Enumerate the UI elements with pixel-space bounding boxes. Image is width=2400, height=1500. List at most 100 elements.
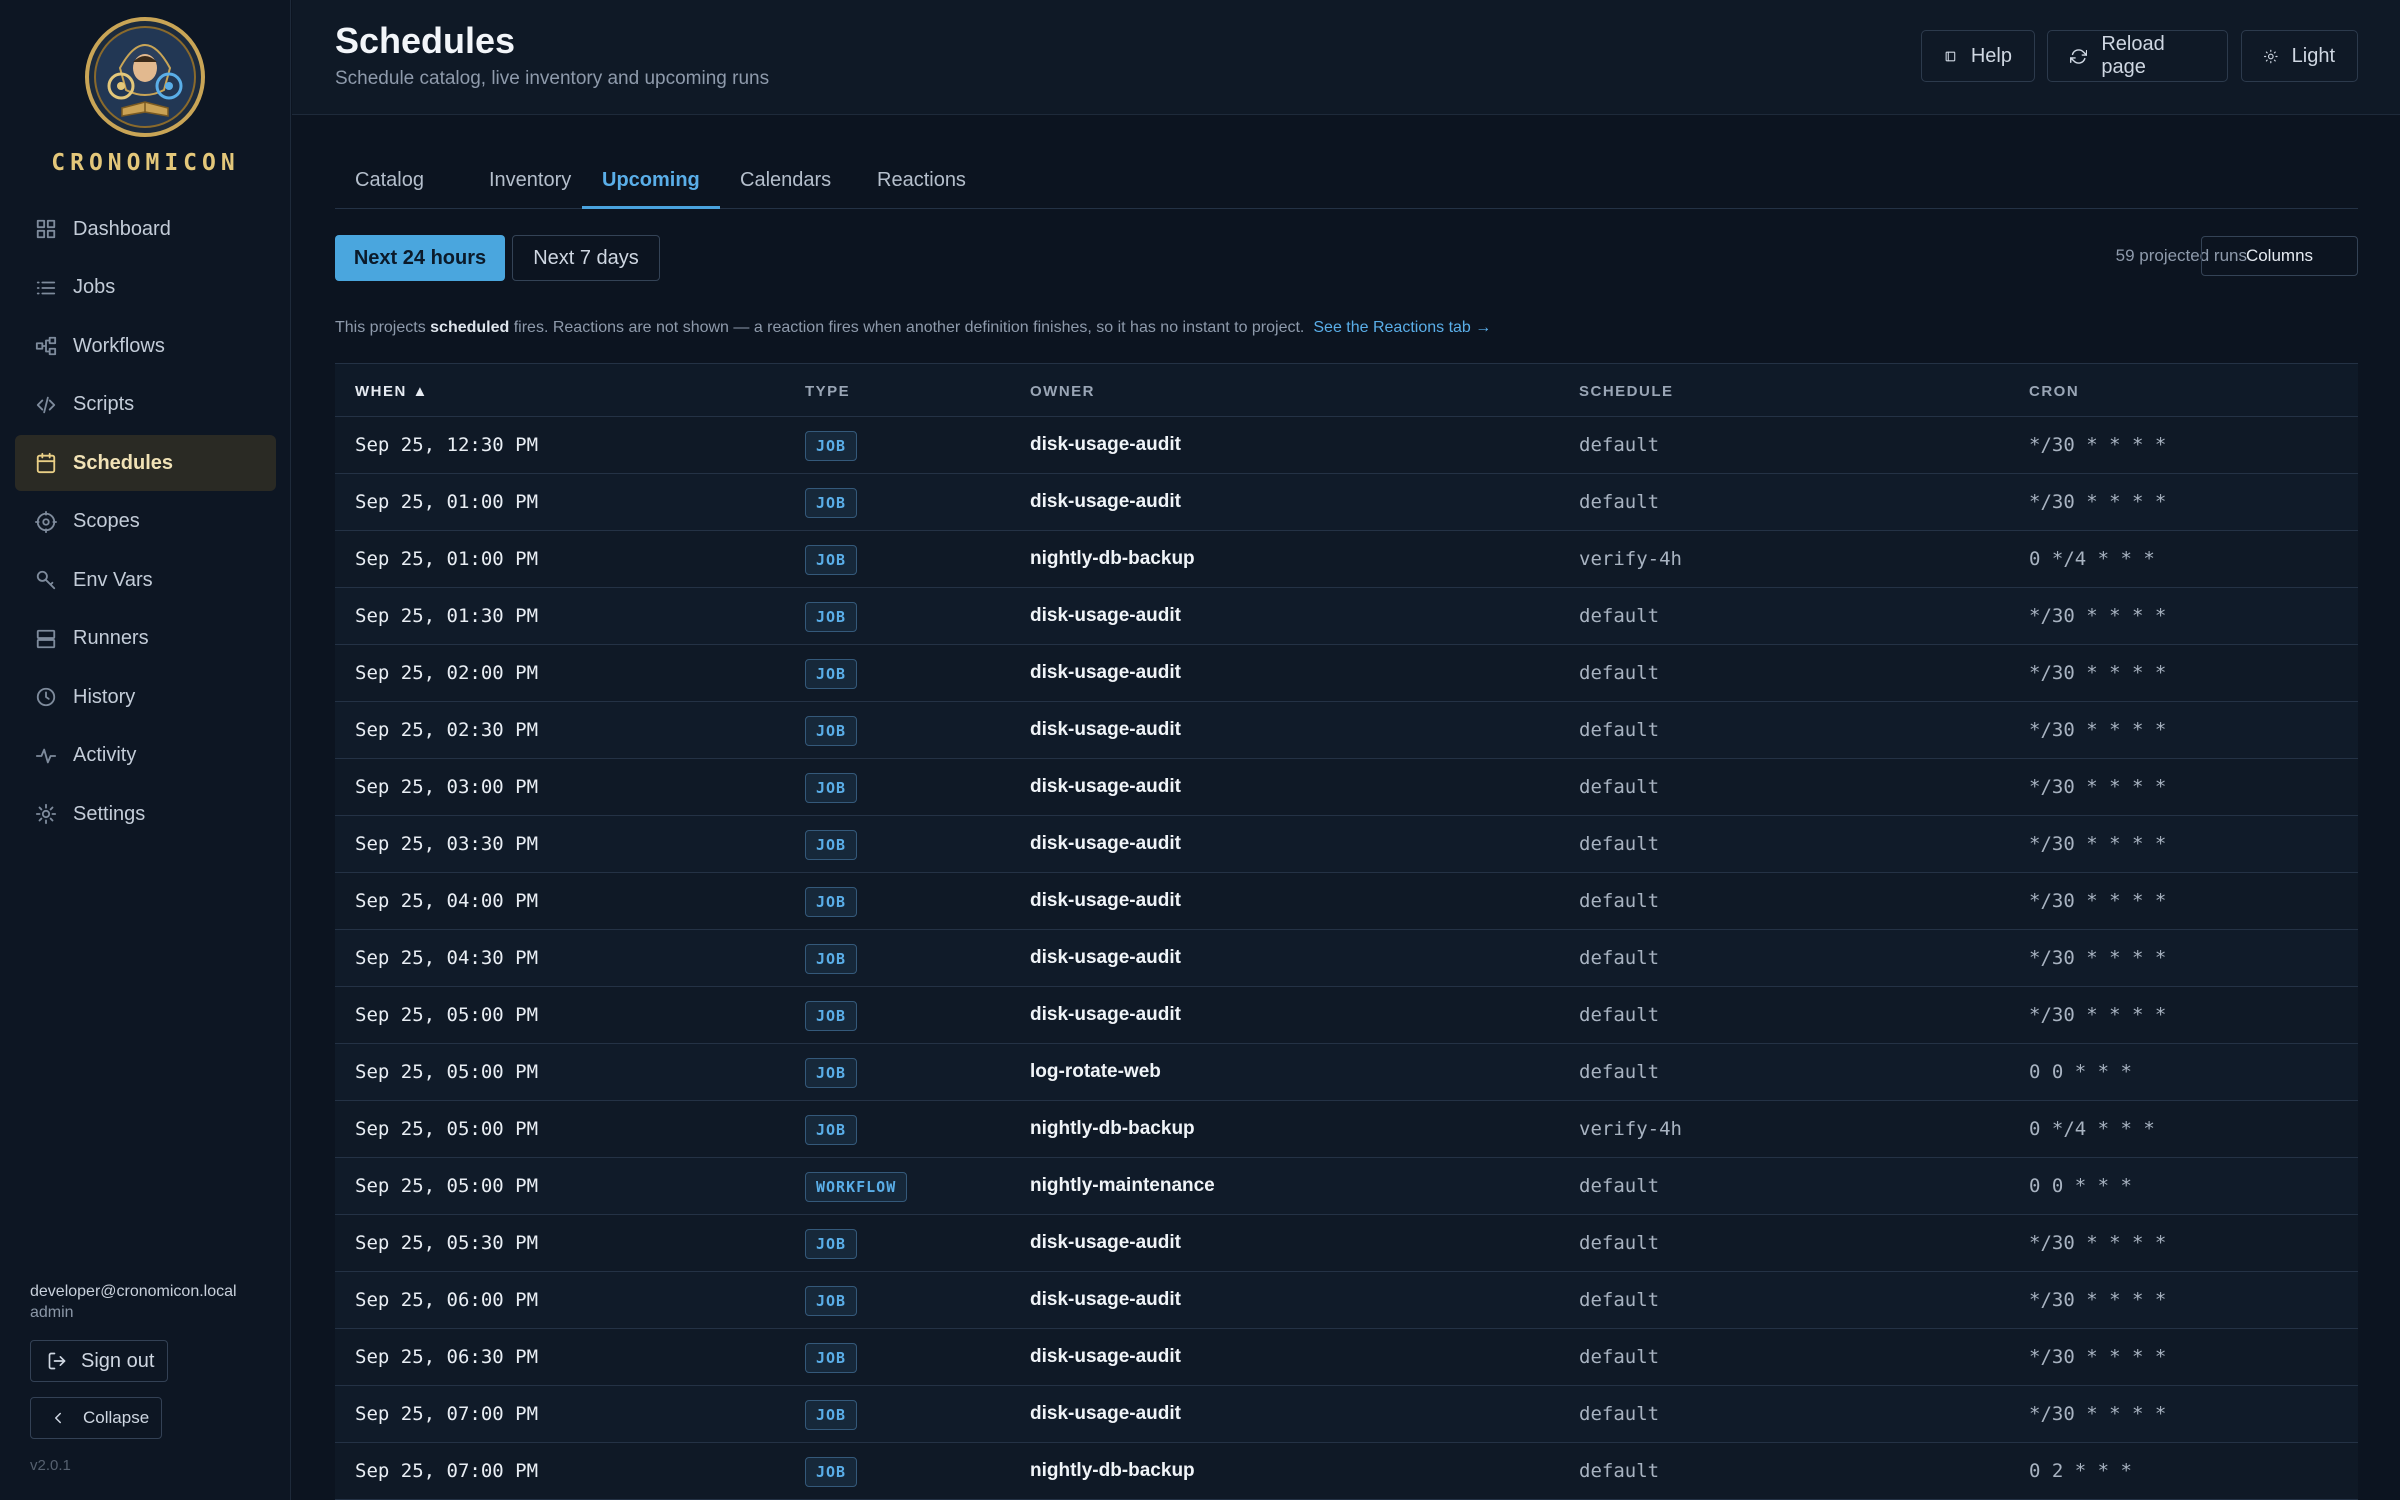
type-badge: JOB: [805, 1343, 858, 1373]
cell-owner: nightly-maintenance: [1030, 1175, 1215, 1196]
type-badge: JOB: [805, 1058, 858, 1088]
type-badge: JOB: [805, 488, 858, 518]
sidebar-item-label: Activity: [73, 744, 137, 766]
next-24-hours-button[interactable]: Next 24 hours: [335, 235, 505, 281]
table-row[interactable]: Sep 25, 06:30 PM JOB disk-usage-audit defau…: [335, 1329, 2358, 1386]
table-row[interactable]: Sep 25, 06:00 PM JOB disk-usage-audit defau…: [335, 1272, 2358, 1329]
target-icon: [35, 510, 57, 533]
next-7-days-button[interactable]: Next 7 days: [512, 235, 660, 281]
cell-cron: */30 * * * *: [2029, 833, 2167, 855]
sidebar-item-scopes[interactable]: Scopes: [15, 494, 276, 550]
reload-page-button[interactable]: Reload page: [2047, 30, 2228, 82]
cell-when: Sep 25, 02:30 PM: [355, 719, 539, 741]
collapse-button[interactable]: Collapse: [30, 1397, 162, 1439]
cell-type: JOB: [805, 830, 858, 860]
tab-reactions[interactable]: Reactions: [857, 156, 986, 209]
table-row[interactable]: Sep 25, 05:30 PM JOB disk-usage-audit defau…: [335, 1215, 2358, 1272]
cell-when: Sep 25, 04:30 PM: [355, 947, 539, 969]
reload-label: Reload page: [2101, 33, 2165, 78]
help-button[interactable]: Help: [1921, 30, 2035, 82]
cell-owner: disk-usage-audit: [1030, 1004, 1181, 1025]
cell-when: Sep 25, 03:00 PM: [355, 776, 539, 798]
sun-icon: [2264, 49, 2278, 63]
column-header-schedule[interactable]: SCHEDULE: [1579, 383, 1674, 400]
cell-type: JOB: [805, 1058, 858, 1088]
sidebar-item-label: Settings: [73, 802, 146, 825]
sidebar-nav: Dashboard Jobs Workflows Scripts Schedul…: [15, 201, 276, 845]
sidebar-item-dashboard[interactable]: Dashboard: [15, 201, 276, 257]
reactions-tab-link[interactable]: See the Reactions tab →: [1313, 319, 1491, 336]
sign-out-button[interactable]: Sign out: [30, 1340, 168, 1382]
chevron-left-icon: [55, 1412, 61, 1424]
table-row[interactable]: Sep 25, 02:30 PM JOB disk-usage-audit defau…: [335, 702, 2358, 759]
cell-schedule: default: [1579, 776, 1660, 798]
table-row[interactable]: Sep 25, 05:00 PM JOB log-rotate-web default…: [335, 1044, 2358, 1101]
cell-cron: */30 * * * *: [2029, 434, 2167, 456]
help-label: Help: [1970, 44, 2012, 67]
activity-icon: [35, 745, 57, 767]
brand-name: CRONOMICON: [51, 150, 240, 176]
tab-inventory[interactable]: Inventory: [469, 156, 591, 209]
app-version: v2.0.1: [30, 1457, 71, 1474]
cell-when: Sep 25, 07:00 PM: [355, 1403, 539, 1425]
table-row[interactable]: Sep 25, 01:30 PM JOB disk-usage-audit defau…: [335, 588, 2358, 645]
column-header-type[interactable]: TYPE: [805, 383, 850, 400]
sidebar-item-runners[interactable]: Runners: [15, 611, 276, 667]
sidebar-item-env-vars[interactable]: Env Vars: [15, 552, 276, 608]
type-badge: JOB: [805, 716, 858, 746]
cell-type: JOB: [805, 545, 858, 575]
theme-toggle-button[interactable]: Light: [2241, 30, 2358, 82]
type-badge: WORKFLOW: [805, 1172, 908, 1202]
cell-type: JOB: [805, 1115, 858, 1145]
cell-schedule: verify-4h: [1579, 1118, 1682, 1140]
columns-button[interactable]: Columns: [2201, 236, 2358, 276]
tab-calendars[interactable]: Calendars: [720, 156, 851, 209]
type-badge: JOB: [805, 944, 858, 974]
column-header-owner[interactable]: OWNER: [1030, 383, 1095, 400]
cell-schedule: default: [1579, 947, 1660, 969]
sidebar-item-history[interactable]: History: [15, 669, 276, 725]
sidebar-item-settings[interactable]: Settings: [15, 786, 276, 842]
column-header-when[interactable]: WHEN ▲: [355, 383, 429, 400]
table-row[interactable]: Sep 25, 05:00 PM WORKFLOW nightly-maintena…: [335, 1158, 2358, 1215]
sidebar-item-workflows[interactable]: Workflows: [15, 318, 276, 374]
table-row[interactable]: Sep 25, 04:00 PM JOB disk-usage-audit defau…: [335, 873, 2358, 930]
tab-catalog[interactable]: Catalog: [335, 156, 444, 209]
collapse-label: Collapse: [83, 1408, 150, 1427]
table-row[interactable]: Sep 25, 12:30 PM JOB disk-usage-audit defau…: [335, 417, 2358, 474]
cell-schedule: default: [1579, 1403, 1660, 1425]
cell-cron: */30 * * * *: [2029, 719, 2167, 741]
column-header-cron[interactable]: CRON: [2029, 383, 2079, 400]
sign-out-icon: [48, 1352, 66, 1370]
cell-when: Sep 25, 12:30 PM: [355, 434, 539, 456]
cell-schedule: default: [1579, 491, 1660, 513]
cell-cron: */30 * * * *: [2029, 1346, 2167, 1368]
table-row[interactable]: Sep 25, 01:00 PM JOB nightly-db-backup veri…: [335, 531, 2358, 588]
page-title: Schedules: [335, 20, 516, 61]
table-row[interactable]: Sep 25, 07:00 PM JOB disk-usage-audit defau…: [335, 1386, 2358, 1443]
table-row[interactable]: Sep 25, 04:30 PM JOB disk-usage-audit defau…: [335, 930, 2358, 987]
sidebar-item-label: Runners: [73, 627, 149, 649]
sidebar-item-jobs[interactable]: Jobs: [15, 260, 276, 316]
cell-cron: 0 */4 * * *: [2029, 1118, 2155, 1140]
table-row[interactable]: Sep 25, 03:30 PM JOB disk-usage-audit defau…: [335, 816, 2358, 873]
tab-upcoming[interactable]: Upcoming: [582, 156, 720, 209]
table-row[interactable]: Sep 25, 05:00 PM JOB nightly-db-backup veri…: [335, 1101, 2358, 1158]
cronomicon-logo: [85, 17, 205, 137]
cell-when: Sep 25, 03:30 PM: [355, 833, 539, 855]
cell-schedule: default: [1579, 1460, 1660, 1482]
table-row[interactable]: Sep 25, 07:00 PM JOB nightly-db-backup defa…: [335, 1443, 2358, 1500]
cell-owner: disk-usage-audit: [1030, 776, 1181, 797]
table-row[interactable]: Sep 25, 01:00 PM JOB disk-usage-audit defau…: [335, 474, 2358, 531]
sidebar-item-scripts[interactable]: Scripts: [15, 377, 276, 433]
calendar-icon: [35, 452, 57, 474]
sign-out-label: Sign out: [81, 1349, 155, 1372]
table-row[interactable]: Sep 25, 02:00 PM JOB disk-usage-audit defau…: [335, 645, 2358, 702]
table-row[interactable]: Sep 25, 05:00 PM JOB disk-usage-audit defau…: [335, 987, 2358, 1044]
sidebar-item-schedules[interactable]: Schedules: [15, 435, 276, 491]
table-row[interactable]: Sep 25, 03:00 PM JOB disk-usage-audit defau…: [335, 759, 2358, 816]
sidebar-item-activity[interactable]: Activity: [15, 728, 276, 784]
cell-when: Sep 25, 01:00 PM: [355, 491, 539, 513]
cell-cron: */30 * * * *: [2029, 947, 2167, 969]
cell-cron: */30 * * * *: [2029, 776, 2167, 798]
